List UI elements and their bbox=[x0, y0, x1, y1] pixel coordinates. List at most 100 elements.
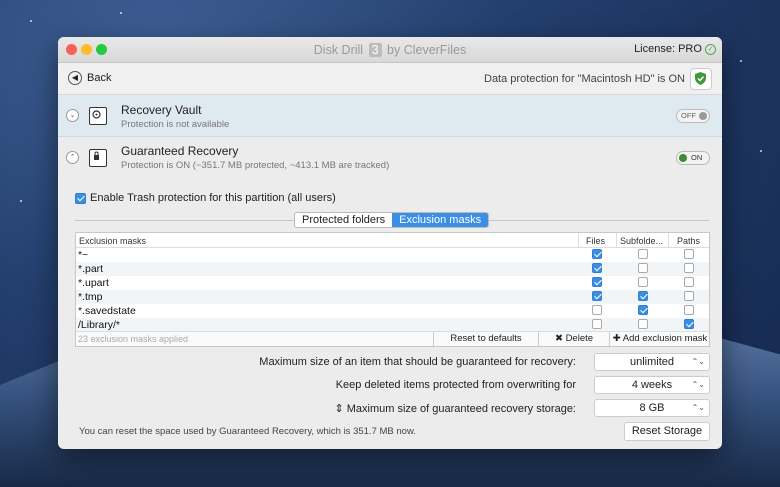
mask-pattern: *.savedstate bbox=[78, 305, 136, 317]
stepper-icon: ⇕ bbox=[334, 403, 344, 415]
check-icon: ✓ bbox=[705, 43, 716, 55]
recovery-vault-subtitle: Protection is not available bbox=[121, 119, 230, 130]
title-bar: Disk Drill 3 by CleverFiles License: PRO… bbox=[58, 37, 722, 63]
recovery-vault-title: Recovery Vault bbox=[121, 103, 202, 117]
app-name: Disk Drill bbox=[313, 43, 364, 57]
plus-icon: ✚ bbox=[612, 333, 621, 344]
column-header[interactable]: Paths bbox=[677, 236, 700, 246]
chevron-updown-icon: ⌃⌄ bbox=[691, 380, 705, 389]
subfolders-checkbox[interactable] bbox=[638, 319, 648, 329]
paths-checkbox[interactable] bbox=[684, 291, 694, 301]
column-divider bbox=[578, 233, 579, 247]
window-title: Disk Drill 3 by CleverFiles bbox=[58, 43, 722, 57]
back-arrow-icon: ◀ bbox=[68, 71, 82, 85]
table-row[interactable]: *.upart bbox=[76, 276, 709, 290]
select-value: unlimited bbox=[629, 356, 675, 368]
vault-icon bbox=[89, 107, 107, 125]
paths-checkbox[interactable] bbox=[684, 305, 694, 315]
mask-pattern: *.part bbox=[78, 263, 104, 275]
license-indicator[interactable]: License: PRO ✓ bbox=[634, 43, 716, 55]
protection-status: Data protection for "Macintosh HD" is ON bbox=[484, 73, 685, 85]
checkbox[interactable] bbox=[75, 192, 86, 204]
delete-label: Delete bbox=[565, 333, 594, 344]
protection-duration-select[interactable]: 4 weeks ⌃⌄ bbox=[594, 376, 710, 394]
subfolders-checkbox[interactable] bbox=[638, 291, 648, 301]
subfolders-checkbox[interactable] bbox=[638, 249, 648, 259]
toggle-label: ON bbox=[691, 153, 703, 162]
chevron-updown-icon: ⌃⌄ bbox=[691, 357, 705, 366]
back-label: Back bbox=[87, 72, 112, 84]
star bbox=[740, 60, 742, 62]
select-value: 4 weeks bbox=[631, 379, 673, 391]
reset-storage-button[interactable]: Reset Storage bbox=[624, 422, 710, 441]
files-checkbox[interactable] bbox=[592, 305, 602, 315]
exclusion-masks-table: Exclusion masks Files Subfolde... Paths … bbox=[75, 232, 710, 347]
star bbox=[760, 150, 762, 152]
tab-protected-folders[interactable]: Protected folders bbox=[295, 213, 392, 227]
table-row[interactable]: /Library/* bbox=[76, 318, 709, 332]
subfolders-checkbox[interactable] bbox=[638, 277, 648, 287]
paths-checkbox[interactable] bbox=[684, 249, 694, 259]
guaranteed-recovery-icon bbox=[89, 149, 107, 167]
license-label: License: PRO bbox=[634, 43, 702, 55]
star bbox=[120, 12, 122, 14]
delete-button[interactable]: ✖ Delete bbox=[538, 332, 609, 346]
paths-checkbox[interactable] bbox=[684, 277, 694, 287]
table-footer: 23 exclusion masks applied Reset to defa… bbox=[76, 331, 709, 346]
setting-max-item-size: Maximum size of an item that should be g… bbox=[58, 353, 710, 371]
max-storage-size-select[interactable]: 8 GB ⌃⌄ bbox=[594, 399, 710, 417]
toolbar: ◀ Back Data protection for "Macintosh HD… bbox=[58, 63, 722, 95]
files-checkbox[interactable] bbox=[592, 249, 602, 259]
mask-pattern: *.upart bbox=[78, 277, 109, 289]
chevron-down-icon[interactable]: ⌄ bbox=[66, 109, 79, 122]
files-checkbox[interactable] bbox=[592, 277, 602, 287]
trash-protection-checkbox[interactable]: Enable Trash protection for this partiti… bbox=[75, 192, 336, 204]
table-row[interactable]: *.tmp bbox=[76, 290, 709, 304]
back-button[interactable]: ◀ Back bbox=[68, 71, 111, 85]
files-checkbox[interactable] bbox=[592, 291, 602, 301]
tab-exclusion-masks[interactable]: Exclusion masks bbox=[392, 213, 489, 227]
files-checkbox[interactable] bbox=[592, 263, 602, 273]
toggle-knob bbox=[679, 154, 687, 162]
star bbox=[20, 200, 22, 202]
subfolders-checkbox[interactable] bbox=[638, 305, 648, 315]
column-header[interactable]: Subfolde... bbox=[620, 236, 663, 246]
recovery-vault-toggle[interactable]: OFF bbox=[676, 109, 710, 123]
column-header[interactable]: Files bbox=[586, 236, 605, 246]
setting-label-text: Maximum size of guaranteed recovery stor… bbox=[346, 403, 576, 415]
add-mask-button[interactable]: ✚ Add exclusion mask bbox=[609, 332, 710, 346]
app-window: Disk Drill 3 by CleverFiles License: PRO… bbox=[58, 37, 722, 449]
trash-protection-label: Enable Trash protection for this partiti… bbox=[90, 192, 336, 204]
recovery-vault-row[interactable]: ⌄ Recovery Vault Protection is not avail… bbox=[58, 95, 722, 137]
column-divider bbox=[616, 233, 617, 247]
tab-bar: Protected folders Exclusion masks bbox=[294, 212, 490, 228]
table-row[interactable]: *~ bbox=[76, 248, 709, 262]
table-row[interactable]: *.savedstate bbox=[76, 304, 709, 318]
paths-checkbox[interactable] bbox=[684, 263, 694, 273]
chevron-up-icon[interactable]: ⌃ bbox=[66, 151, 79, 164]
guaranteed-recovery-row[interactable]: ⌃ Guaranteed Recovery Protection is ON (… bbox=[58, 137, 722, 178]
setting-max-storage-size: ⇕ Maximum size of guaranteed recovery st… bbox=[58, 399, 710, 417]
mask-pattern: *~ bbox=[78, 249, 89, 261]
reset-defaults-button[interactable]: Reset to defaults bbox=[433, 332, 538, 346]
add-mask-label: Add exclusion mask bbox=[622, 333, 708, 344]
setting-label: Keep deleted items protected from overwr… bbox=[335, 379, 576, 391]
max-item-size-select[interactable]: unlimited ⌃⌄ bbox=[594, 353, 710, 371]
star bbox=[30, 20, 32, 22]
files-checkbox[interactable] bbox=[592, 319, 602, 329]
setting-label: Maximum size of an item that should be g… bbox=[259, 356, 576, 368]
mask-pattern: /Library/* bbox=[78, 319, 121, 331]
close-icon: ✖ bbox=[554, 333, 563, 344]
setting-label: ⇕ Maximum size of guaranteed recovery st… bbox=[334, 402, 576, 415]
column-header[interactable]: Exclusion masks bbox=[79, 236, 146, 246]
version-badge: 3 bbox=[368, 43, 382, 57]
vendor-name: by CleverFiles bbox=[387, 43, 467, 57]
shield-button[interactable] bbox=[690, 68, 712, 90]
toggle-knob bbox=[699, 112, 707, 120]
paths-checkbox[interactable] bbox=[684, 319, 694, 329]
select-value: 8 GB bbox=[639, 402, 665, 414]
table-header: Exclusion masks Files Subfolde... Paths bbox=[76, 233, 709, 248]
guaranteed-recovery-toggle[interactable]: ON bbox=[676, 151, 710, 165]
subfolders-checkbox[interactable] bbox=[638, 263, 648, 273]
table-row[interactable]: *.part bbox=[76, 262, 709, 276]
